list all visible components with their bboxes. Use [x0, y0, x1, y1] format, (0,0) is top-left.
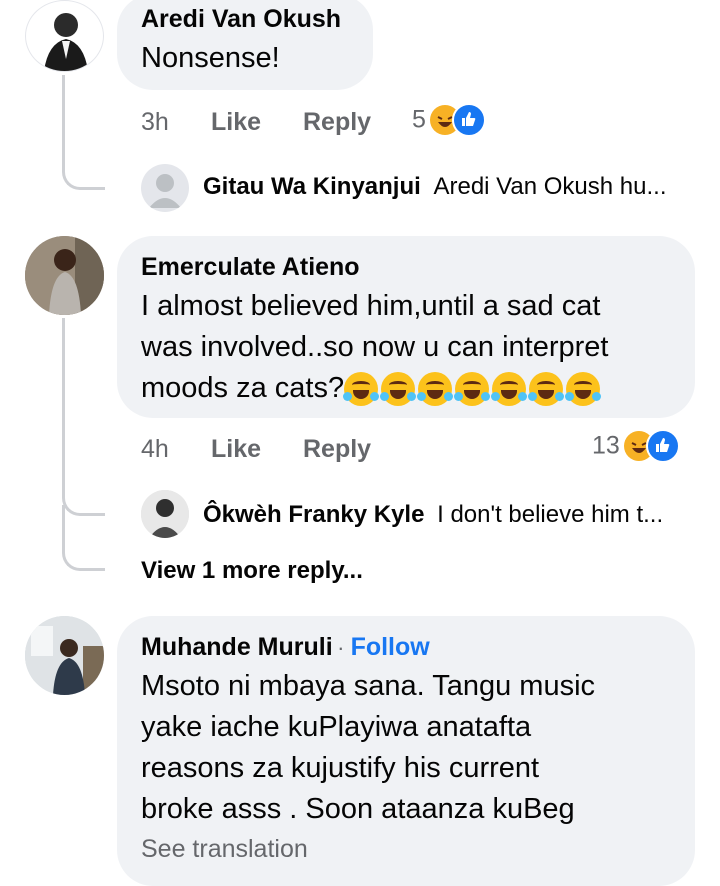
avatar[interactable]: [141, 490, 189, 538]
comment-author[interactable]: Muhande Muruli: [141, 633, 333, 661]
rolling-laughing-emoji: [417, 372, 454, 407]
comment-text-line: broke asss . Soon ataanza kuBeg: [141, 793, 575, 825]
thread-connector-line: [62, 505, 105, 571]
rolling-laughing-emoji: [454, 372, 491, 407]
comment-header: Muhande Muruli · Follow: [141, 633, 430, 662]
reply-author[interactable]: Gitau Wa Kinyanjui: [203, 173, 421, 200]
comment-text: I almost believed him,until a sad cat wa…: [141, 286, 608, 409]
comment-text-line: I almost believed him,until a sad cat: [141, 290, 601, 322]
like-button[interactable]: Like: [211, 108, 261, 137]
reply-preview[interactable]: Gitau Wa Kinyanjui Aredi Van Okush hu...: [203, 173, 666, 201]
reaction-count: 5: [412, 105, 426, 134]
rolling-laughing-emoji: [491, 372, 528, 407]
like-reaction-icon: [646, 429, 681, 463]
reply-button[interactable]: Reply: [303, 108, 371, 137]
thread-connector-line: [62, 75, 105, 190]
reply-preview[interactable]: Ôkwèh Franky Kyle I don't believe him t.…: [203, 501, 663, 529]
comment-bubble: Muhande Muruli · Follow Msoto ni mbaya s…: [117, 616, 695, 886]
separator-dot: ·: [337, 635, 351, 660]
reaction-summary[interactable]: 5: [412, 103, 487, 137]
reaction-summary[interactable]: 13: [592, 429, 681, 463]
rolling-laughing-emoji: [343, 372, 380, 407]
rolling-laughing-emoji: [528, 372, 565, 407]
comment-bubble: Emerculate Atieno I almost believed him,…: [117, 236, 695, 418]
comment-text-line: Msoto ni mbaya sana. Tangu music: [141, 670, 596, 702]
reply-button[interactable]: Reply: [303, 435, 371, 464]
comment-bubble: Aredi Van Okush Nonsense!: [117, 0, 373, 90]
reply-snippet: Aredi Van Okush hu...: [433, 173, 667, 200]
thread-connector-line: [62, 318, 105, 516]
follow-button[interactable]: Follow: [351, 633, 430, 661]
rolling-laughing-emoji: [380, 372, 417, 407]
comment-text-line-with-emoji: moods za cats?: [141, 368, 608, 409]
reaction-count: 13: [592, 431, 620, 460]
rolling-laughing-emoji: [565, 372, 602, 407]
comment-time[interactable]: 4h: [141, 435, 169, 464]
comment-author[interactable]: Aredi Van Okush: [141, 5, 341, 34]
avatar[interactable]: [25, 0, 104, 72]
comment-text-line: was involved..so now u can interpret: [141, 331, 609, 363]
see-translation-link[interactable]: See translation: [141, 835, 308, 864]
reply-snippet: I don't believe him t...: [437, 501, 664, 528]
comment-author[interactable]: Emerculate Atieno: [141, 253, 360, 282]
comment-text-line: yake iache kuPlayiwa anatafta: [141, 711, 532, 743]
like-button[interactable]: Like: [211, 435, 261, 464]
comment-text: Msoto ni mbaya sana. Tangu music yake ia…: [141, 666, 595, 830]
avatar[interactable]: [25, 616, 104, 695]
view-more-replies-link[interactable]: View 1 more reply...: [141, 557, 363, 585]
comment-text-line: reasons za kujustify his current: [141, 752, 540, 784]
like-reaction-icon: [452, 103, 487, 137]
comment-time[interactable]: 3h: [141, 108, 169, 137]
comment-text-line: moods za cats?: [141, 372, 345, 404]
avatar[interactable]: [141, 164, 189, 212]
avatar[interactable]: [25, 236, 104, 315]
comment-text: Nonsense!: [141, 42, 280, 74]
reply-author[interactable]: Ôkwèh Franky Kyle: [203, 501, 424, 528]
